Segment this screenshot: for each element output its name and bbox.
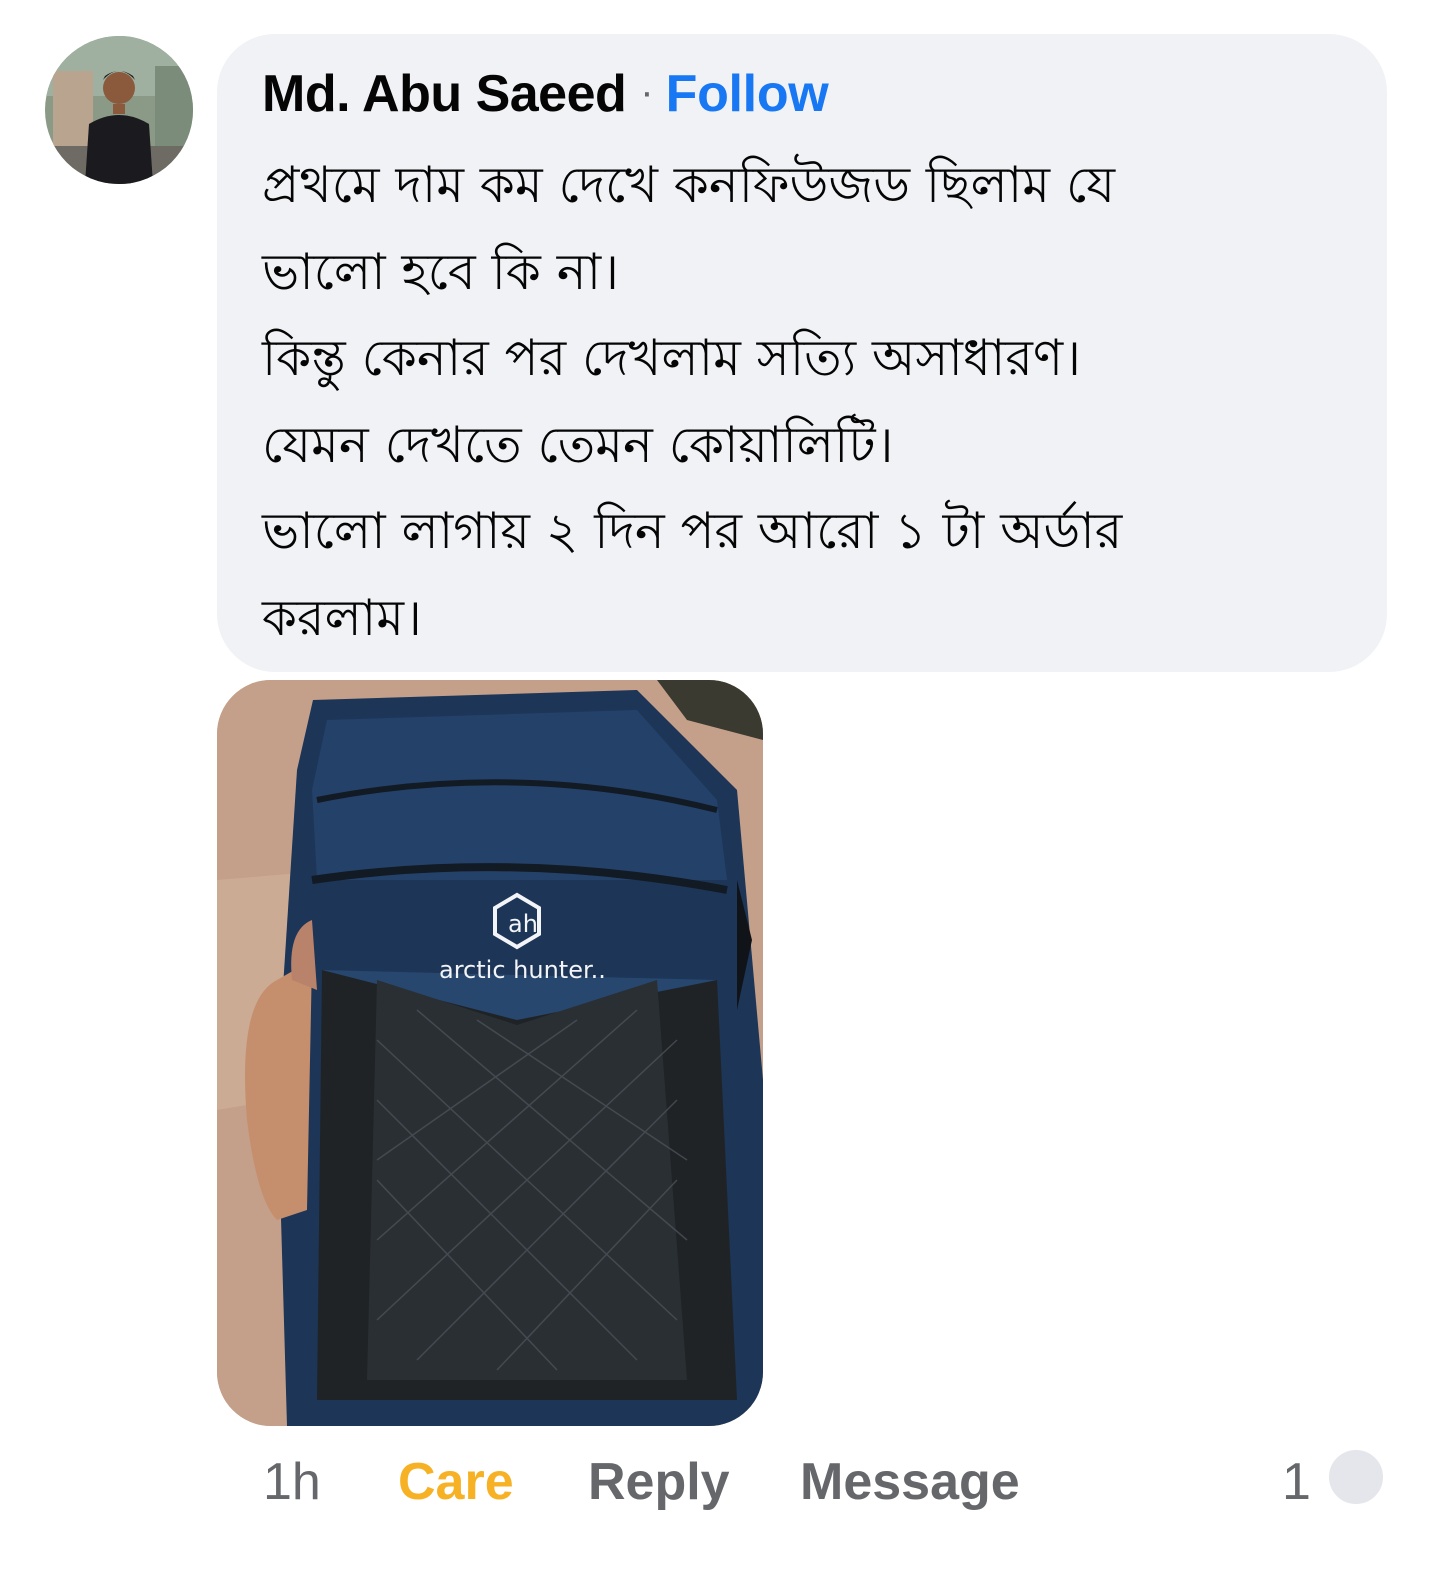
separator-dot: · — [640, 70, 654, 114]
comment-line: ভালো লাগায় ২ দিন পর আরো ১ টা অর্ডার — [262, 502, 1123, 560]
follow-button[interactable]: Follow — [666, 65, 829, 123]
comment-line: প্রথমে দাম কম দেখে কনফিউজড ছিলাম যে — [262, 156, 1116, 214]
backpack-image: ah arctic hunter.. — [217, 680, 763, 1426]
profile-photo — [45, 36, 193, 184]
comment-line: কিন্তু কেনার পর দেখলাম সত্যি অসাধারণ। — [262, 329, 1082, 387]
comment-actions: 1h Care Reply Message 1 — [0, 1440, 1440, 1530]
message-button[interactable]: Message — [800, 1440, 1020, 1524]
reaction-icon[interactable] — [1326, 1447, 1386, 1507]
comment-line: যেমন দেখতে তেমন কোয়ালিটি। — [262, 415, 894, 474]
brand-logo-mark: ah — [508, 910, 538, 938]
attached-photo[interactable]: ah arctic hunter.. — [217, 680, 763, 1426]
comment-header: Md. Abu Saeed · Follow — [262, 62, 1343, 130]
care-reaction-button[interactable]: Care — [398, 1440, 514, 1524]
author-name[interactable]: Md. Abu Saeed — [262, 65, 627, 123]
comment-line: ভালো হবে কি না। — [262, 242, 619, 301]
brand-text: arctic hunter.. — [439, 956, 606, 984]
comment-bubble: Md. Abu Saeed · Follow প্রথমে দাম কম দেখে … — [217, 34, 1387, 672]
reaction-count[interactable]: 1 — [1282, 1440, 1311, 1524]
timestamp[interactable]: 1h — [263, 1440, 321, 1524]
comment-line: করলাম। — [262, 588, 422, 647]
avatar[interactable] — [45, 36, 193, 184]
reply-button[interactable]: Reply — [588, 1440, 730, 1524]
comment-text: প্রথমে দাম কম দেখে কনফিউজড ছিলাম যে ভালো… — [262, 142, 1343, 661]
